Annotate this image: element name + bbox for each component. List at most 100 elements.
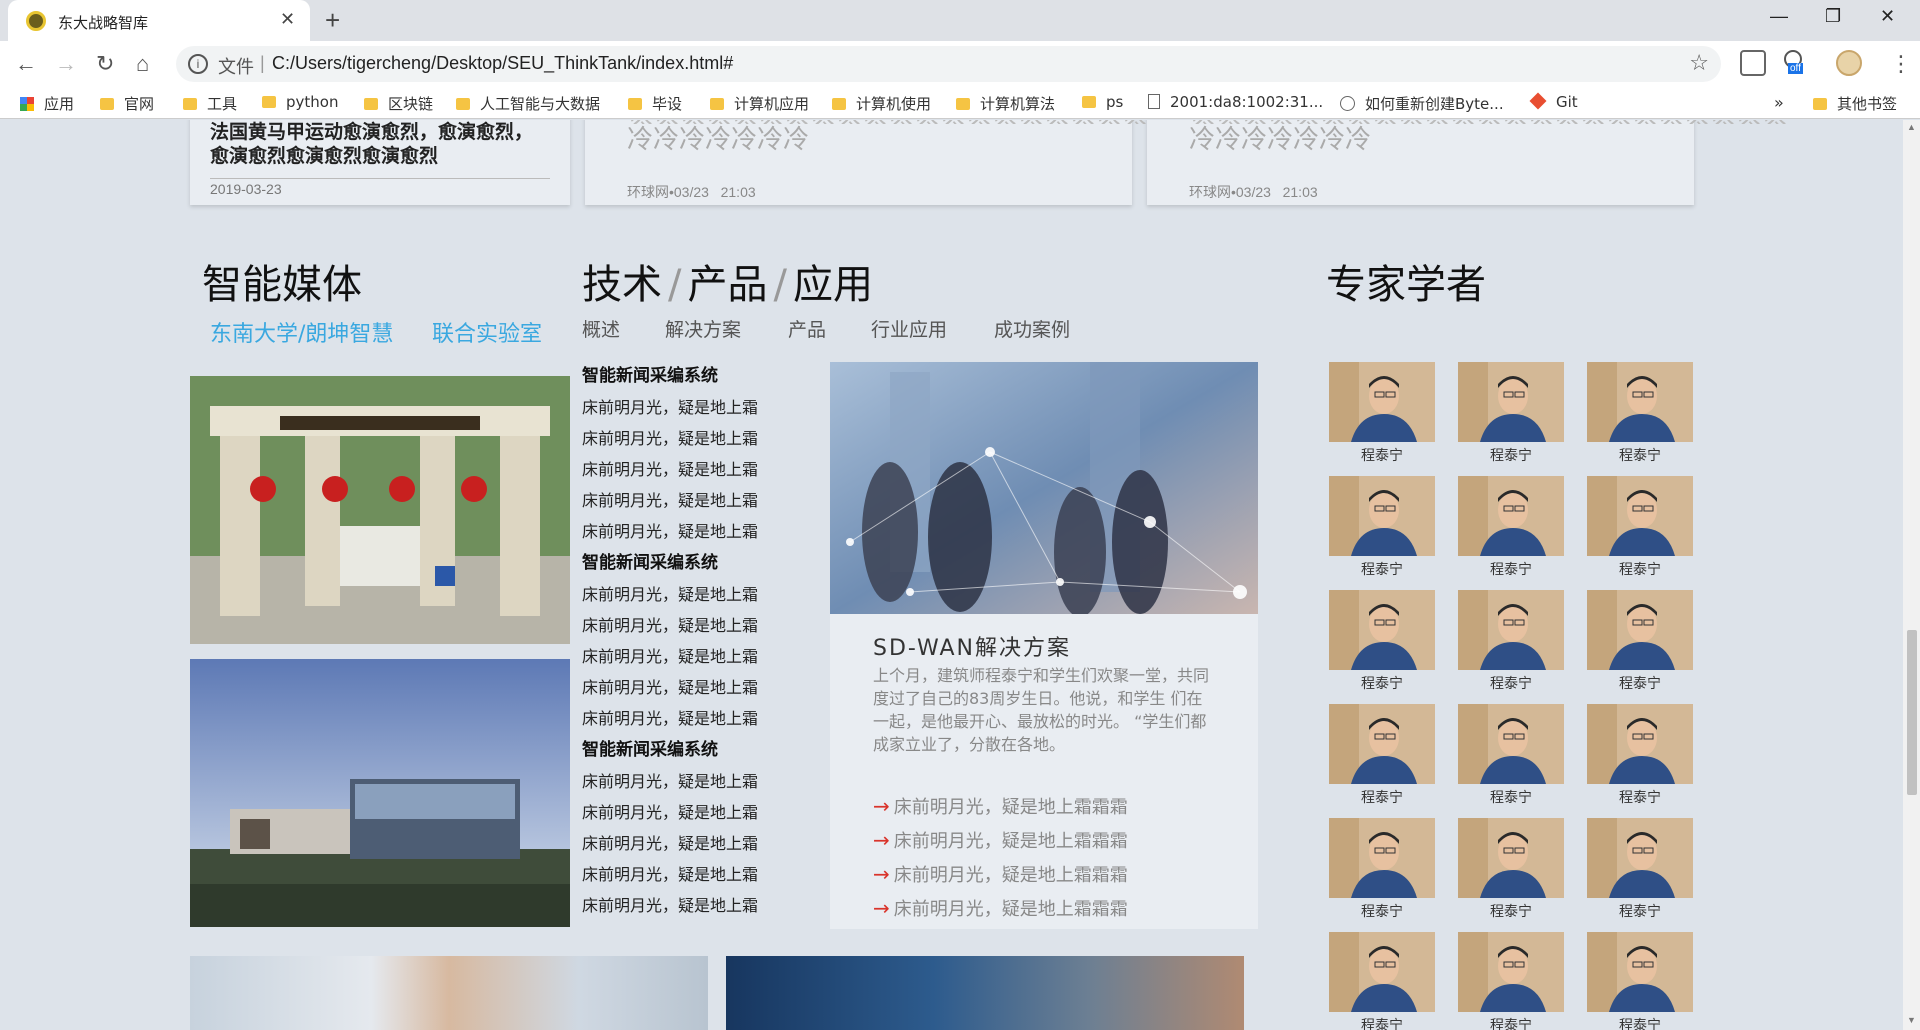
expert-name[interactable]: 程泰宁 xyxy=(1329,559,1435,579)
media-link-lab[interactable]: 联合实验室 xyxy=(432,316,542,348)
list-item[interactable]: 床前明月光，疑是地上霜 xyxy=(582,672,812,703)
list-item[interactable]: 床前明月光，疑是地上霜 xyxy=(582,890,812,921)
expert-name[interactable]: 程泰宁 xyxy=(1587,673,1693,693)
news-title[interactable]: 冷冷冷冷冷冷冷冷冷冷冷冷冷冷冷冷冷冷冷冷冷冷冷 冷冷冷冷冷冷冷 xyxy=(627,120,1225,156)
expert-card[interactable]: 程泰宁 xyxy=(1458,932,1564,1030)
expert-photo[interactable] xyxy=(1458,362,1564,442)
other-bookmarks[interactable]: 其他书签 xyxy=(1813,93,1897,114)
list-item[interactable]: 床前明月光，疑是地上霜 xyxy=(582,423,812,454)
expert-card[interactable]: 程泰宁 xyxy=(1587,476,1693,579)
proxy-extension-icon[interactable]: off xyxy=(1782,50,1808,76)
profile-avatar-icon[interactable] xyxy=(1836,50,1862,76)
bookmark-folder[interactable]: 人工智能与大数据 xyxy=(456,93,600,114)
bookmark-folder[interactable]: 官网 xyxy=(100,93,154,114)
bookmark-folder[interactable]: 毕设 xyxy=(628,93,682,114)
expert-card[interactable]: 程泰宁 xyxy=(1329,818,1435,921)
expert-name[interactable]: 程泰宁 xyxy=(1458,787,1564,807)
site-info-icon[interactable]: i xyxy=(188,54,208,74)
list-item[interactable]: 床前明月光，疑是地上霜 xyxy=(582,703,812,734)
expert-name[interactable]: 程泰宁 xyxy=(1458,901,1564,921)
bookmark-folder[interactable]: ps xyxy=(1082,93,1123,111)
expert-photo[interactable] xyxy=(1458,932,1564,1012)
active-tab[interactable]: 东大战略智库 ✕ xyxy=(8,0,310,41)
expert-name[interactable]: 程泰宁 xyxy=(1458,559,1564,579)
expert-photo[interactable] xyxy=(1587,818,1693,898)
list-item[interactable]: 床前明月光，疑是地上霜 xyxy=(582,828,812,859)
solution-card[interactable]: SD-WAN解决方案 上个月，建筑师程泰宁和学生们欢聚一堂，共同度过了自己的83… xyxy=(830,362,1258,929)
news-card[interactable]: 法国黄马甲运动愈演愈烈，愈演愈烈， 愈演愈烈愈演愈烈愈演愈烈 2019-03-2… xyxy=(190,120,570,205)
list-item[interactable]: 床前明月光，疑是地上霜 xyxy=(582,641,812,672)
solution-link[interactable]: → 床前明月光，疑是地上霜霜霜 xyxy=(873,861,1128,887)
expert-card[interactable]: 程泰宁 xyxy=(1458,818,1564,921)
news-title[interactable]: 法国黄马甲运动愈演愈烈，愈演愈烈， 愈演愈烈愈演愈烈愈演愈烈 xyxy=(210,120,533,168)
reload-icon[interactable]: ↻ xyxy=(96,51,114,77)
list-item[interactable]: 床前明月光，疑是地上霜 xyxy=(582,454,812,485)
screenshot-extension-icon[interactable] xyxy=(1740,50,1766,76)
expert-name[interactable]: 程泰宁 xyxy=(1329,901,1435,921)
expert-photo[interactable] xyxy=(1458,476,1564,556)
expert-name[interactable]: 程泰宁 xyxy=(1587,445,1693,465)
media-link-seu[interactable]: 东南大学/朗坤智慧 xyxy=(210,316,393,348)
window-close-icon[interactable]: ✕ xyxy=(1880,6,1895,27)
expert-name[interactable]: 程泰宁 xyxy=(1587,559,1693,579)
more-bookmarks-icon[interactable]: » xyxy=(1774,93,1784,112)
bookmark-folder[interactable]: 区块链 xyxy=(364,93,433,114)
solution-link[interactable]: → 床前明月光，疑是地上霜霜霜 xyxy=(873,793,1128,819)
expert-card[interactable]: 程泰宁 xyxy=(1587,590,1693,693)
bookmark-page[interactable]: 如何重新创建Byte... xyxy=(1340,93,1504,114)
expert-photo[interactable] xyxy=(1458,590,1564,670)
expert-card[interactable]: 程泰宁 xyxy=(1329,476,1435,579)
scrollbar-thumb[interactable] xyxy=(1907,630,1917,795)
list-item[interactable]: 床前明月光，疑是地上霜 xyxy=(582,579,812,610)
restore-icon[interactable]: ❐ xyxy=(1825,6,1841,27)
expert-name[interactable]: 程泰宁 xyxy=(1329,1015,1435,1030)
expert-photo[interactable] xyxy=(1329,590,1435,670)
list-item[interactable]: 床前明月光，疑是地上霜 xyxy=(582,392,812,423)
expert-photo[interactable] xyxy=(1329,362,1435,442)
solution-link[interactable]: → 床前明月光，疑是地上霜霜霜 xyxy=(873,895,1128,921)
expert-card[interactable]: 程泰宁 xyxy=(1329,362,1435,465)
expert-card[interactable]: 程泰宁 xyxy=(1587,818,1693,921)
expert-photo[interactable] xyxy=(1458,704,1564,784)
tab-cases[interactable]: 成功案例 xyxy=(994,315,1070,342)
expert-photo[interactable] xyxy=(1587,590,1693,670)
tab-solutions[interactable]: 解决方案 xyxy=(665,315,741,342)
forward-icon[interactable]: → xyxy=(55,51,77,77)
home-icon[interactable]: ⌂ xyxy=(136,51,149,77)
expert-photo[interactable] xyxy=(1587,932,1693,1012)
tab-overview[interactable]: 概述 xyxy=(582,315,620,342)
expert-card[interactable]: 程泰宁 xyxy=(1458,362,1564,465)
vertical-scrollbar[interactable]: ▲ ▼ xyxy=(1903,120,1920,1030)
expert-name[interactable]: 程泰宁 xyxy=(1587,901,1693,921)
expert-card[interactable]: 程泰宁 xyxy=(1587,704,1693,807)
expert-name[interactable]: 程泰宁 xyxy=(1458,673,1564,693)
list-item[interactable]: 床前明月光，疑是地上霜 xyxy=(582,610,812,641)
expert-card[interactable]: 程泰宁 xyxy=(1587,362,1693,465)
building-photo[interactable] xyxy=(190,659,570,927)
bookmark-folder[interactable]: 计算机应用 xyxy=(710,93,809,114)
expert-photo[interactable] xyxy=(1587,476,1693,556)
scroll-down-icon[interactable]: ▼ xyxy=(1907,1015,1916,1025)
expert-card[interactable]: 程泰宁 xyxy=(1458,590,1564,693)
expert-photo[interactable] xyxy=(1329,476,1435,556)
bookmark-folder[interactable]: 工具 xyxy=(183,93,237,114)
expert-name[interactable]: 程泰宁 xyxy=(1458,445,1564,465)
office-photo[interactable] xyxy=(190,956,708,1030)
bookmark-git[interactable]: Git xyxy=(1529,92,1578,111)
expert-card[interactable]: 程泰宁 xyxy=(1458,476,1564,579)
expert-card[interactable]: 程泰宁 xyxy=(1458,704,1564,807)
bookmark-folder[interactable]: python xyxy=(262,93,338,111)
new-tab-icon[interactable]: + xyxy=(325,5,340,36)
expert-photo[interactable] xyxy=(1329,932,1435,1012)
expert-name[interactable]: 程泰宁 xyxy=(1587,787,1693,807)
expert-card[interactable]: 程泰宁 xyxy=(1329,704,1435,807)
news-card[interactable]: 冷冷冷冷冷冷冷冷冷冷冷冷冷冷冷冷冷冷冷冷冷冷冷 冷冷冷冷冷冷冷 环球网•03/2… xyxy=(1147,120,1787,205)
list-item[interactable]: 床前明月光，疑是地上霜 xyxy=(582,797,812,828)
list-group-title[interactable]: 智能新闻采编系统 xyxy=(582,547,812,579)
bookmark-star-icon[interactable]: ☆ xyxy=(1689,50,1709,76)
solution-link[interactable]: → 床前明月光，疑是地上霜霜霜 xyxy=(873,827,1128,853)
expert-photo[interactable] xyxy=(1458,818,1564,898)
expert-photo[interactable] xyxy=(1329,818,1435,898)
server-room-photo[interactable] xyxy=(726,956,1244,1030)
expert-name[interactable]: 程泰宁 xyxy=(1458,1015,1564,1030)
